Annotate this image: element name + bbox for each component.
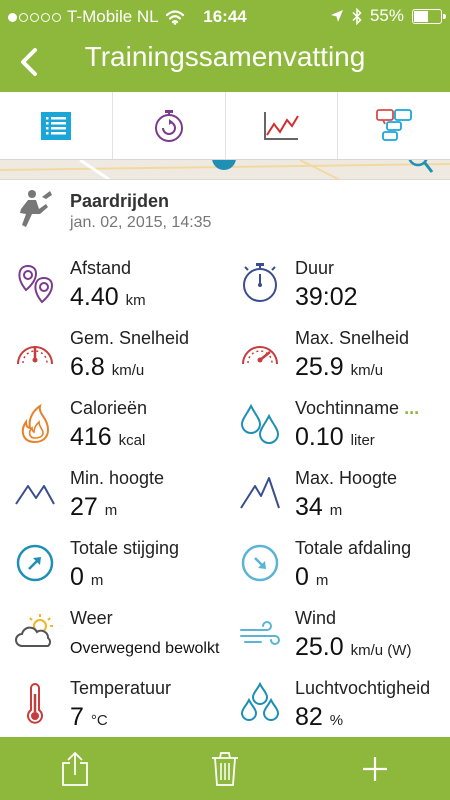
activity-name: Paardrijden xyxy=(70,191,170,211)
battery-percentage: 55% xyxy=(369,6,404,25)
stat-label: Vochtinname ... xyxy=(295,398,420,418)
stats-row: Min. hoogte 27 m Max. Hoogte 34 m xyxy=(0,460,450,530)
stats-grid: Afstand 4.40 km Duur 39:02 Gem. Snelheid… xyxy=(0,250,450,740)
stat-value: 25.9 km/u xyxy=(295,353,384,381)
horse-riding-icon xyxy=(20,190,52,227)
stat-value: 82 % xyxy=(295,703,344,731)
stat-min-hoogte: Min. hoogte 27 m xyxy=(0,460,225,530)
stats-row: Totale stijging 0 m Totale afdaling 0 m xyxy=(0,530,450,600)
speedometer-icon xyxy=(17,346,53,365)
tab-graph[interactable] xyxy=(226,92,339,159)
stat-max-hoogte: Max. Hoogte 34 m xyxy=(225,460,450,530)
list-icon xyxy=(40,111,71,140)
summary-tabs xyxy=(0,92,450,160)
humidity-drops-icon xyxy=(240,681,280,721)
speedometer-max-icon xyxy=(242,346,278,365)
ascent-icon xyxy=(16,544,54,582)
stopwatch-icon xyxy=(243,263,277,302)
stat-label: Afstand xyxy=(70,258,132,278)
tab-summary[interactable] xyxy=(0,92,113,159)
stat-label: Luchtvochtigheid xyxy=(295,678,431,698)
stat-vochtinname[interactable]: Vochtinname ... 0.10 liter xyxy=(225,390,450,460)
distance-pins-icon xyxy=(18,264,53,304)
descent-icon xyxy=(241,544,279,582)
stat-value: 4.40 km xyxy=(70,283,146,311)
stat-afstand: Afstand 4.40 km xyxy=(0,250,225,320)
stat-value: Overwegend bewolkt xyxy=(70,640,220,657)
stat-label: Max. Snelheid xyxy=(295,328,410,348)
stats-row: Calorieën 416 kcal Vochtinname ... 0.10 … xyxy=(0,390,450,460)
stats-row: Afstand 4.40 km Duur 39:02 xyxy=(0,250,450,320)
stat-label: Calorieën xyxy=(70,398,148,418)
mountain-peak-icon xyxy=(240,477,280,509)
stat-label: Wind xyxy=(295,608,337,628)
stat-weer: Weer Overwegend bewolkt xyxy=(0,600,225,670)
stat-label: Min. hoogte xyxy=(70,468,165,488)
comments-icon xyxy=(376,108,413,141)
stat-value: 39:02 xyxy=(295,283,358,311)
share-button[interactable] xyxy=(0,737,150,800)
stat-wind: Wind 25.0 km/u (W) xyxy=(225,600,450,670)
more-indicator[interactable]: ... xyxy=(404,398,419,418)
stat-label: Max. Hoogte xyxy=(295,468,398,488)
stat-label: Totale afdaling xyxy=(295,538,412,558)
stats-row: Temperatuur 7 °C Luchtvochtigheid 82 % xyxy=(0,670,450,740)
delete-button[interactable] xyxy=(150,737,300,800)
stat-duur: Duur 39:02 xyxy=(225,250,450,320)
location-arrow-icon xyxy=(330,10,343,22)
tab-laps[interactable] xyxy=(113,92,226,159)
map-fragment xyxy=(0,160,450,179)
stat-label: Totale stijging xyxy=(70,538,180,558)
stat-value: 6.8 km/u xyxy=(70,353,145,381)
activity-header: Paardrijden jan. 02, 2015, 14:35 xyxy=(0,182,450,238)
stat-value: 7 °C xyxy=(70,703,108,731)
share-icon xyxy=(62,751,88,786)
stat-gem-snelheid: Gem. Snelheid 6.8 km/u xyxy=(0,320,225,390)
tab-comments[interactable] xyxy=(338,92,450,159)
battery-icon xyxy=(412,8,446,24)
stat-value: 0 m xyxy=(295,563,329,591)
top-bar: T-Mobile NL 16:44 55% Trainingssamenvatt… xyxy=(0,0,450,92)
stat-value: 25.0 km/u (W) xyxy=(295,633,412,661)
stat-value: 0.10 liter xyxy=(295,423,375,451)
stat-label: Temperatuur xyxy=(70,678,172,698)
stat-value: 0 m xyxy=(70,563,104,591)
bluetooth-icon xyxy=(352,7,362,25)
flame-icon xyxy=(21,403,50,444)
stat-max-snelheid: Max. Snelheid 25.9 km/u xyxy=(225,320,450,390)
status-bar: T-Mobile NL 16:44 55% xyxy=(0,0,450,32)
line-chart-icon xyxy=(264,111,300,140)
stat-value: 34 m xyxy=(295,493,343,521)
navigation-bar: Trainingssamenvatting xyxy=(0,32,450,92)
add-icon xyxy=(363,756,387,781)
stat-totale-afdaling: Totale afdaling 0 m xyxy=(225,530,450,600)
stat-label: Duur xyxy=(295,258,335,278)
stat-label: Weer xyxy=(70,608,113,628)
water-drops-icon xyxy=(240,403,280,444)
mountain-icon xyxy=(15,485,55,505)
stat-value: 27 m xyxy=(70,493,118,521)
trash-icon xyxy=(212,751,238,786)
page-title: Trainingssamenvatting xyxy=(84,41,366,72)
thermometer-icon xyxy=(27,683,43,724)
stats-row: Gem. Snelheid 6.8 km/u Max. Snelheid 25.… xyxy=(0,320,450,390)
route-map[interactable] xyxy=(0,160,450,180)
bottom-toolbar xyxy=(0,737,450,800)
stat-luchtvochtigheid: Luchtvochtigheid 82 % xyxy=(225,670,450,740)
stopwatch-icon xyxy=(154,109,183,142)
wind-icon xyxy=(240,621,280,645)
add-button[interactable] xyxy=(300,737,450,800)
partly-cloudy-icon xyxy=(15,614,53,647)
stat-totale-stijging: Totale stijging 0 m xyxy=(0,530,225,600)
stat-temperatuur: Temperatuur 7 °C xyxy=(0,670,225,740)
stats-row: Weer Overwegend bewolkt Wind 25.0 km/u (… xyxy=(0,600,450,670)
stat-label: Gem. Snelheid xyxy=(70,328,190,348)
stat-calorieen: Calorieën 416 kcal xyxy=(0,390,225,460)
stat-value: 416 kcal xyxy=(70,423,146,451)
activity-date: jan. 02, 2015, 14:35 xyxy=(70,214,212,231)
